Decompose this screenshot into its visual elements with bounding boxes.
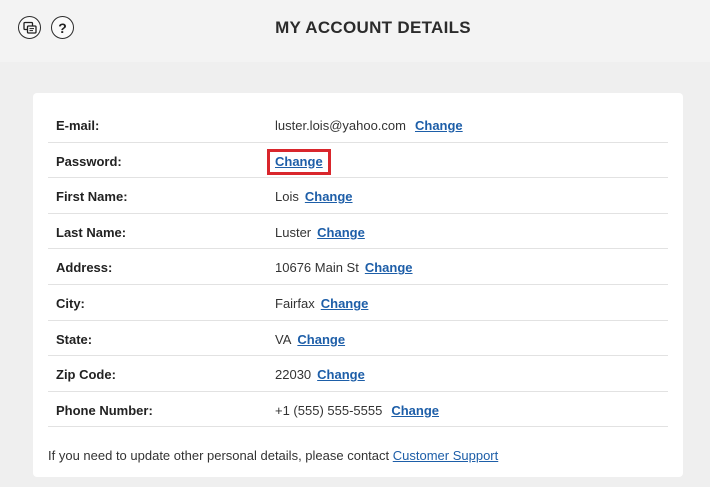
state-label: State: (56, 331, 93, 347)
change-phone-number-link[interactable]: Change (391, 403, 439, 418)
page-header: ? MY ACCOUNT DETAILS (0, 0, 710, 62)
support-note-text: If you need to update other personal det… (48, 448, 393, 463)
first-name-value-wrap: Lois Change (275, 189, 353, 204)
address-label: Address: (56, 260, 113, 276)
detail-row-last-name: Last Name: Luster Change (48, 214, 668, 250)
detail-row-password: Password: Change (48, 143, 668, 179)
detail-row-email: E-mail: luster.lois@yahoo.com Change (48, 107, 668, 143)
details-list: E-mail: luster.lois@yahoo.com Change Pass… (48, 107, 668, 428)
email-value: luster.lois@yahoo.com (275, 118, 406, 133)
email-value-wrap: luster.lois@yahoo.com Change (275, 118, 463, 133)
change-state-link[interactable]: Change (297, 332, 345, 347)
last-name-value: Luster (275, 224, 312, 240)
address-value-wrap: 10676 Main St Change (275, 260, 413, 275)
state-value-wrap: VA Change (275, 332, 345, 347)
detail-row-address: Address: 10676 Main St Change (48, 249, 668, 285)
zip-code-value: 22030 (275, 367, 312, 383)
email-label: E-mail: (56, 118, 100, 133)
detail-row-phone-number: Phone Number: +1 (555) 555-5555 Change (48, 392, 668, 428)
account-details-card: E-mail: luster.lois@yahoo.com Change Pass… (33, 93, 683, 477)
page-title: MY ACCOUNT DETAILS (275, 18, 471, 37)
change-last-name-link[interactable]: Change (317, 225, 365, 240)
detail-row-first-name: First Name: Lois Change (48, 178, 668, 214)
first-name-value: Lois (275, 189, 299, 205)
change-zip-code-link[interactable]: Change (317, 367, 365, 382)
highlight-box: Change (267, 148, 331, 175)
phone-number-value-wrap: +1 (555) 555-5555 Change (275, 403, 439, 418)
password-label: Password: (56, 153, 122, 169)
change-password-link[interactable]: Change (275, 154, 323, 169)
change-address-link[interactable]: Change (365, 260, 413, 275)
last-name-value-wrap: Luster Change (275, 225, 365, 240)
first-name-label: First Name: (56, 189, 128, 205)
change-first-name-link[interactable]: Change (305, 189, 353, 204)
support-note: If you need to update other personal det… (48, 448, 498, 463)
zip-code-label: Zip Code: (56, 367, 116, 383)
state-value: VA (275, 331, 292, 347)
customer-support-link[interactable]: Customer Support (393, 448, 499, 463)
city-value: Fairfax (275, 295, 315, 311)
detail-row-state: State: VA Change (48, 321, 668, 357)
address-value: 10676 Main St (275, 260, 359, 276)
city-value-wrap: Fairfax Change (275, 296, 368, 311)
change-city-link[interactable]: Change (321, 296, 369, 311)
phone-number-value: +1 (555) 555-5555 (275, 402, 383, 418)
change-email-link[interactable]: Change (415, 118, 463, 133)
phone-number-label: Phone Number: (56, 402, 153, 418)
zip-code-value-wrap: 22030 Change (275, 367, 365, 382)
password-value-wrap: Change (267, 148, 331, 175)
city-label: City: (56, 295, 85, 311)
last-name-label: Last Name: (56, 224, 127, 240)
detail-row-zip-code: Zip Code: 22030 Change (48, 356, 668, 392)
detail-row-city: City: Fairfax Change (48, 285, 668, 321)
